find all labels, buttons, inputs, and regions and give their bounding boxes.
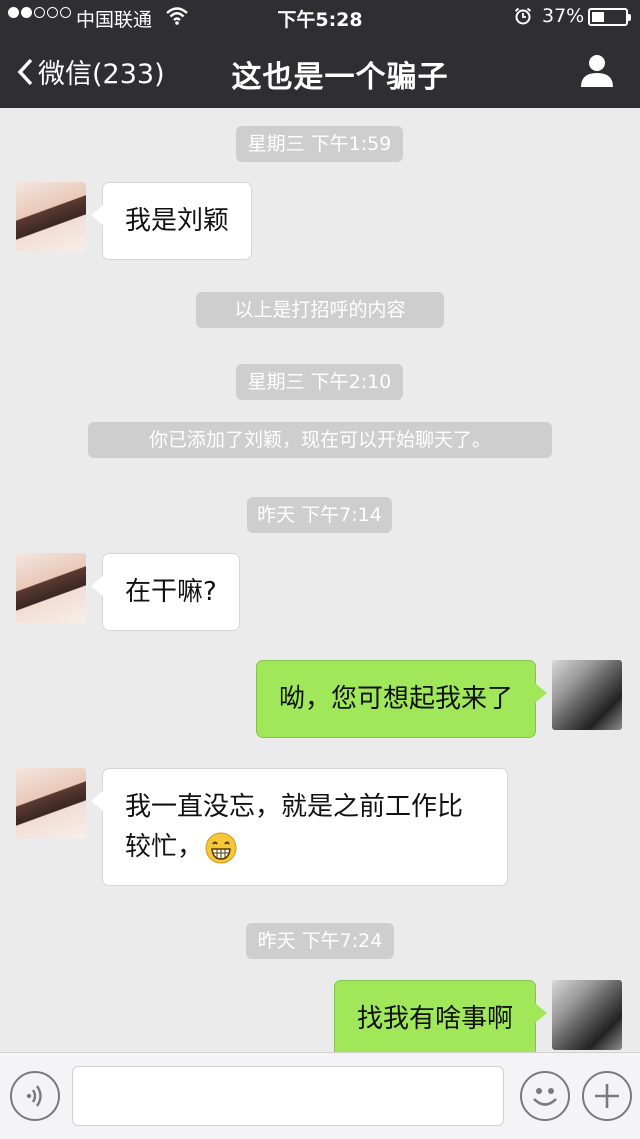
- my-avatar[interactable]: [552, 660, 622, 730]
- timestamp: 昨天 下午7:24: [246, 923, 394, 959]
- message-text: 在干嘛?: [125, 577, 217, 607]
- input-bar: [0, 1052, 640, 1139]
- timestamp: 昨天 下午7:14: [247, 497, 392, 533]
- battery-icon: [588, 8, 631, 26]
- message-text: 我是刘颖: [125, 206, 230, 236]
- message-input[interactable]: [72, 1066, 504, 1126]
- system-message: 以上是打招呼的内容: [196, 292, 444, 328]
- message-text: 呦，您可想起我来了: [278, 684, 513, 714]
- outgoing-message[interactable]: 呦，您可想起我来了: [255, 660, 548, 738]
- incoming-message[interactable]: 我是刘颖: [90, 182, 253, 260]
- contact-avatar[interactable]: [16, 553, 86, 623]
- contact-info-icon[interactable]: [578, 52, 616, 90]
- more-button[interactable]: [582, 1071, 632, 1121]
- alarm-icon: [514, 7, 532, 25]
- incoming-message[interactable]: 在干嘛?: [91, 553, 240, 631]
- timestamp: 星期三 下午2:10: [236, 364, 403, 400]
- incoming-message[interactable]: 我一直没忘，就是之前工作比 较忙，: [91, 768, 508, 886]
- voice-button[interactable]: [10, 1071, 60, 1121]
- contact-avatar[interactable]: [16, 768, 86, 838]
- contact-avatar[interactable]: [16, 182, 86, 252]
- outgoing-message[interactable]: 找我有啥事啊: [333, 980, 548, 1058]
- system-message: 你已添加了刘颖，现在可以开始聊天了。: [88, 422, 552, 458]
- battery-percent: 37%: [542, 5, 585, 27]
- plus-icon: [595, 1084, 619, 1108]
- header: 中国联通 下午5:28 37% 微信(233) 这也是一个骗子: [0, 0, 640, 108]
- message-text: 我一直没忘，就是之前工作比: [125, 792, 464, 822]
- emoji-button[interactable]: [520, 1071, 570, 1121]
- nav-bar: 微信(233) 这也是一个骗子: [0, 34, 640, 108]
- message-text: 找我有啥事啊: [356, 1004, 513, 1034]
- grin-emoji-icon: [205, 832, 237, 863]
- chat-area[interactable]: 星期三 下午1:59 我是刘颖 以上是打招呼的内容 星期三 下午2:10 你已添…: [0, 108, 640, 1058]
- status-bar: 中国联通 下午5:28 37%: [0, 0, 640, 34]
- chat-title: 这也是一个骗子: [231, 60, 449, 95]
- timestamp: 星期三 下午1:59: [236, 126, 403, 162]
- message-text: 较忙，: [125, 832, 204, 862]
- smiley-icon: [533, 1088, 557, 1106]
- my-avatar[interactable]: [552, 980, 622, 1050]
- voice-icon: [26, 1085, 42, 1107]
